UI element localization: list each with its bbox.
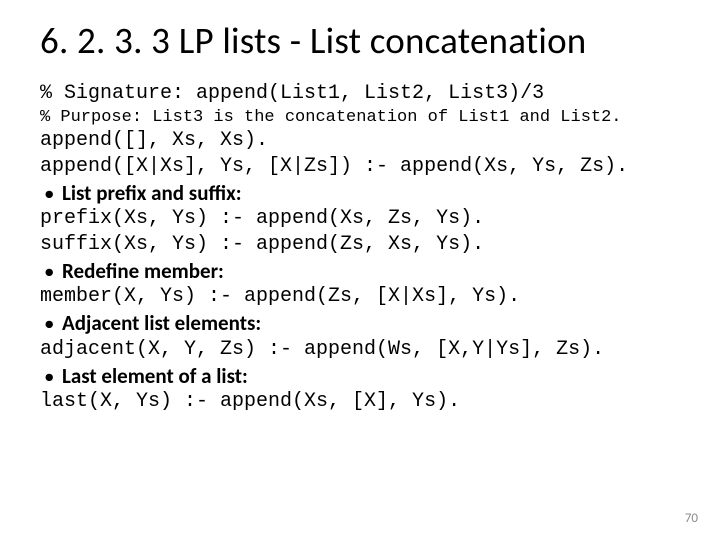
code-line: last(X, Ys) :- append(Xs, [X], Ys). <box>40 389 680 415</box>
bullet-redefine-member: Redefine member: <box>40 258 680 285</box>
page-number: 70 <box>685 511 698 526</box>
bullet-last: Last element of a list: <box>40 363 680 390</box>
code-signature: % Signature: append(List1, List2, List3)… <box>40 81 680 107</box>
bullet-label: List prefix and suffix: <box>62 180 242 206</box>
bullet-label: Redefine member: <box>62 258 224 284</box>
code-purpose: % Purpose: List3 is the concatenation of… <box>40 107 680 129</box>
code-line: append([X|Xs], Ys, [X|Zs]) :- append(Xs,… <box>40 154 680 180</box>
bullet-label: Last element of a list: <box>62 363 248 389</box>
bullet-adjacent: Adjacent list elements: <box>40 310 680 337</box>
bullet-prefix-suffix: List prefix and suffix: <box>40 180 680 207</box>
code-line: member(X, Ys) :- append(Zs, [X|Xs], Ys). <box>40 284 680 310</box>
code-line: suffix(Xs, Ys) :- append(Zs, Xs, Ys). <box>40 232 680 258</box>
bullet-label: Adjacent list elements: <box>62 310 261 336</box>
code-line: append([], Xs, Xs). <box>40 128 680 154</box>
code-line: prefix(Xs, Ys) :- append(Xs, Zs, Ys). <box>40 206 680 232</box>
slide-title: 6. 2. 3. 3 LP lists - List concatenation <box>40 18 680 63</box>
code-line: adjacent(X, Y, Zs) :- append(Ws, [X,Y|Ys… <box>40 337 680 363</box>
slide: 6. 2. 3. 3 LP lists - List concatenation… <box>0 0 720 540</box>
slide-body: % Signature: append(List1, List2, List3)… <box>40 81 680 415</box>
